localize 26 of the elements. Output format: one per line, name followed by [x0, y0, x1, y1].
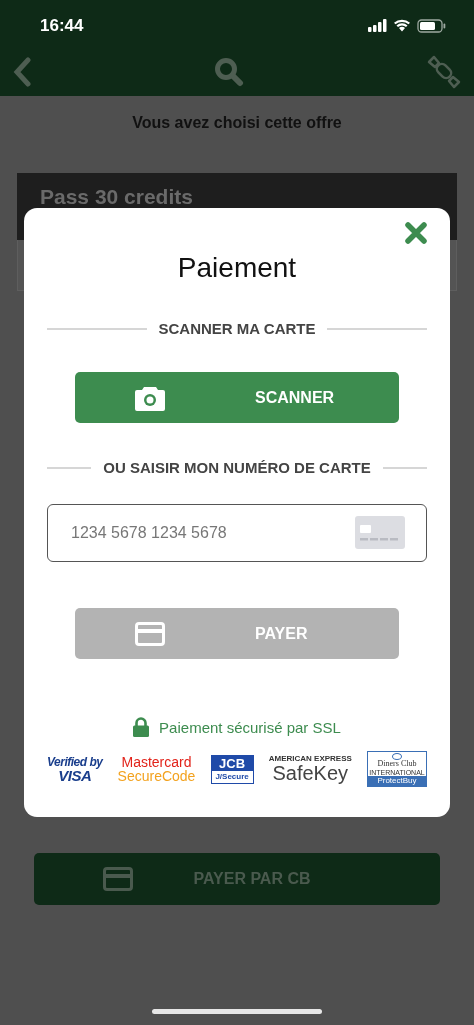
dialog-title: Paiement	[176, 252, 298, 284]
card-number-field[interactable]: 1234 5678 1234 5678	[47, 504, 427, 562]
camera-icon	[135, 384, 165, 411]
lock-icon	[133, 717, 150, 737]
pay-by-card-button[interactable]: PAYER PAR CB	[34, 853, 440, 905]
offer-heading: Vous avez choisi cette offre	[131, 114, 343, 132]
back-chevron-icon[interactable]	[12, 56, 32, 87]
candy-icon[interactable]	[426, 53, 462, 90]
brand-logo: JCB J/Secure	[210, 754, 254, 784]
credit-card-icon	[135, 621, 165, 646]
brand-logo: Mastercard SecureCode	[117, 755, 196, 783]
credit-card-icon	[355, 516, 405, 549]
section-heading: OU SAISIR MON NUMÉRO DE CARTE	[103, 459, 371, 476]
battery-icon	[417, 18, 446, 33]
offer-title: Pass 30 credits	[40, 185, 193, 208]
security-note: Paiement sécurisé par SSL	[159, 718, 341, 736]
signal-icon	[368, 19, 387, 32]
section-heading: SCANNER MA CARTE	[158, 320, 316, 337]
close-icon[interactable]	[405, 222, 427, 244]
brand-logo: Verified by VISA	[47, 755, 103, 783]
search-icon[interactable]	[214, 56, 244, 87]
wifi-icon	[393, 19, 411, 32]
scan-button[interactable]: SCANNER	[75, 372, 399, 423]
brand-logo: AMERICAN EXPRESS SafeKey	[268, 755, 352, 783]
status-time: 16:44	[40, 14, 84, 36]
credit-card-icon	[103, 867, 134, 891]
